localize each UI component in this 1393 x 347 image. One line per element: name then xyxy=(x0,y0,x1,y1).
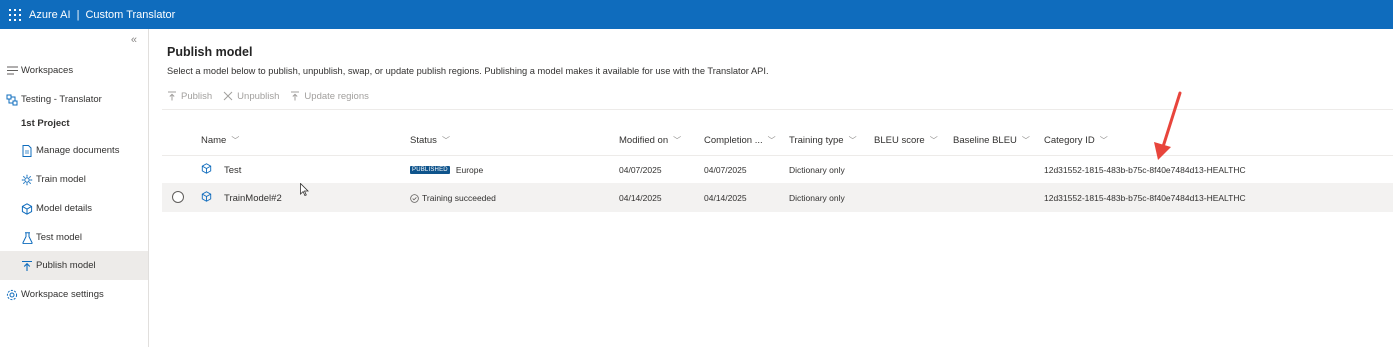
sidebar-item-label: Train model xyxy=(36,174,86,185)
column-header-bleu[interactable]: BLEU score ﹀ xyxy=(874,135,938,146)
chevron-down-icon: ﹀ xyxy=(441,136,450,145)
update-regions-button[interactable]: Update regions xyxy=(290,90,369,102)
sidebar-item-label: Model details xyxy=(36,203,92,214)
sidebar-item-label: Test model xyxy=(36,232,82,243)
divider xyxy=(162,109,1393,110)
column-label: Category ID xyxy=(1044,135,1095,146)
unpublish-button[interactable]: Unpublish xyxy=(223,91,279,102)
column-label: Completion ... xyxy=(704,135,763,146)
sidebar-item-label: Workspaces xyxy=(21,65,74,76)
page-title: Publish model xyxy=(167,45,253,59)
product-name[interactable]: Custom Translator xyxy=(85,9,175,21)
column-label: Status xyxy=(410,135,437,146)
command-bar: Publish Unpublish Update regions xyxy=(167,89,380,103)
check-circle-icon xyxy=(410,193,419,203)
chevron-down-icon: ﹀ xyxy=(767,136,776,145)
publish-label: Publish xyxy=(181,90,213,102)
table-row[interactable]: Test PUBLISHED Europe 04/07/2025 04/07/2… xyxy=(162,156,1393,184)
sidebar-item-manage-documents[interactable]: Manage documents xyxy=(0,136,148,165)
column-label: Modified on xyxy=(619,135,669,146)
cube-icon xyxy=(20,202,34,216)
workspace-icon xyxy=(5,93,19,107)
chevron-down-icon: ﹀ xyxy=(1099,136,1108,145)
app-header: Azure AI | Custom Translator xyxy=(0,0,1393,29)
gear-icon xyxy=(5,288,19,302)
completion-cell: 04/14/2025 xyxy=(704,193,747,203)
column-label: Name xyxy=(201,135,227,146)
column-header-training-type[interactable]: Training type ﹀ xyxy=(789,135,857,146)
category-cell: 12d31552-1815-483b-b75c-8f40e7484d13-HEA… xyxy=(1044,165,1246,175)
sidebar-item-label: Workspace settings xyxy=(21,289,104,300)
column-label: Baseline BLEU xyxy=(953,135,1017,146)
sidebar-item-label: Manage documents xyxy=(36,145,120,156)
status-cell: Training succeeded xyxy=(410,193,496,203)
table-header: Name ﹀ Status ﹀ Modified on ﹀ Completion ..… xyxy=(162,126,1393,156)
chevron-down-icon: ﹀ xyxy=(848,136,857,145)
publish-button[interactable]: Publish xyxy=(167,91,212,102)
cube-icon xyxy=(201,191,212,205)
publish-icon xyxy=(20,259,34,273)
training-type-cell: Dictionary only xyxy=(789,193,845,203)
project-name: 1st Project xyxy=(21,118,70,129)
sidebar: « Workspaces Testing - Translator 1st Pr… xyxy=(0,29,149,347)
sidebar-item-train-model[interactable]: Train model xyxy=(0,165,148,194)
column-label: Training type xyxy=(789,135,844,146)
chevron-down-icon: ﹀ xyxy=(673,136,682,145)
model-name-link[interactable]: TrainModel#2 xyxy=(224,193,282,204)
column-header-baseline[interactable]: Baseline BLEU ﹀ xyxy=(953,135,1030,146)
annotation-arrow-icon xyxy=(1154,91,1182,160)
chevron-down-icon: ﹀ xyxy=(929,136,938,145)
column-header-modified[interactable]: Modified on ﹀ xyxy=(619,135,681,146)
sidebar-item-workspace-settings[interactable]: Workspace settings xyxy=(0,280,148,309)
status-text: Training succeeded xyxy=(422,193,496,203)
page-description: Select a model below to publish, unpubli… xyxy=(167,66,769,76)
main-content: Publish model Select a model below to pu… xyxy=(162,29,1393,347)
modified-cell: 04/14/2025 xyxy=(619,193,662,203)
completion-cell: 04/07/2025 xyxy=(704,165,747,175)
chevron-down-icon: ﹀ xyxy=(1021,136,1030,145)
status-cell: PUBLISHED Europe xyxy=(410,165,483,175)
sidebar-item-model-details[interactable]: Model details xyxy=(0,194,148,223)
sidebar-project-title: 1st Project xyxy=(0,109,148,138)
header-separator: | xyxy=(76,8,80,21)
brand-name[interactable]: Azure AI xyxy=(29,9,71,21)
flask-icon xyxy=(20,231,34,245)
collapse-sidebar-icon[interactable]: « xyxy=(131,34,137,46)
mouse-cursor-icon xyxy=(300,183,309,196)
table-row[interactable]: TrainModel#2 Training succeeded 04/14/20… xyxy=(162,184,1393,212)
status-region: Europe xyxy=(455,165,484,175)
unpublish-label: Unpublish xyxy=(237,90,280,102)
modified-cell: 04/07/2025 xyxy=(619,165,662,175)
sidebar-item-label: Publish model xyxy=(36,260,96,271)
publish-icon xyxy=(291,91,300,101)
close-icon xyxy=(223,91,233,101)
sidebar-item-publish-model[interactable]: Publish model xyxy=(0,251,148,280)
update-regions-label: Update regions xyxy=(304,90,369,102)
sidebar-item-workspaces[interactable]: Workspaces xyxy=(0,56,148,85)
app-launcher-icon[interactable] xyxy=(9,8,21,21)
column-label: BLEU score xyxy=(874,135,925,146)
category-cell: 12d31552-1815-483b-b75c-8f40e7484d13-HEA… xyxy=(1044,193,1246,203)
document-icon xyxy=(20,144,34,158)
list-icon xyxy=(5,64,19,78)
train-icon xyxy=(20,173,34,187)
column-header-completion[interactable]: Completion ... ﹀ xyxy=(704,135,776,146)
column-header-name[interactable]: Name ﹀ xyxy=(201,135,239,146)
sidebar-item-label: Testing - Translator xyxy=(21,94,102,105)
row-select-radio[interactable] xyxy=(172,191,184,203)
training-type-cell: Dictionary only xyxy=(789,165,845,175)
chevron-down-icon: ﹀ xyxy=(231,136,240,145)
model-name-link[interactable]: Test xyxy=(224,165,241,176)
column-header-status[interactable]: Status ﹀ xyxy=(410,135,450,146)
cube-icon xyxy=(201,163,212,177)
status-badge: PUBLISHED xyxy=(410,166,450,174)
column-header-category[interactable]: Category ID ﹀ xyxy=(1044,135,1108,146)
sidebar-item-test-model[interactable]: Test model xyxy=(0,223,148,252)
publish-icon xyxy=(168,91,176,101)
